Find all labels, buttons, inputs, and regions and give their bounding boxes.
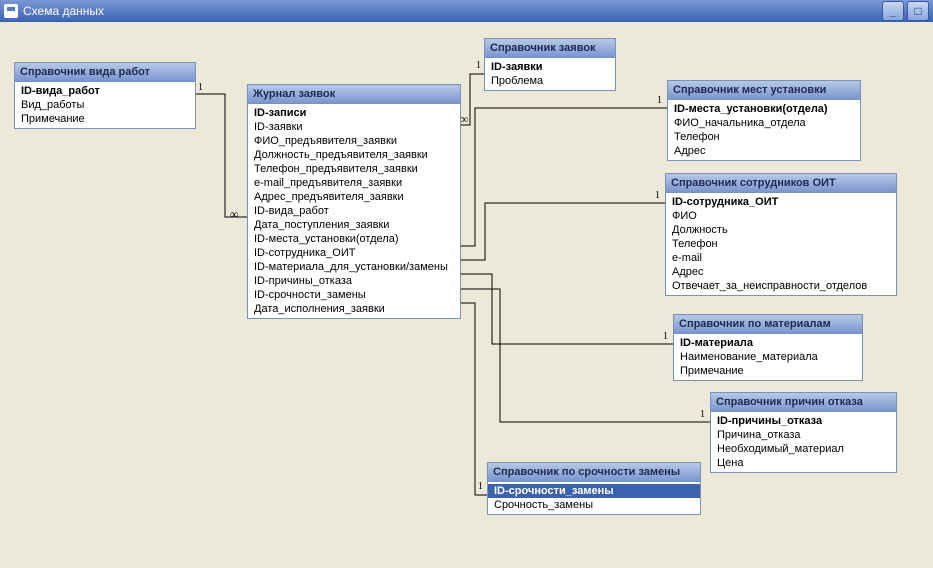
field-item[interactable]: ID-сотрудника_ОИТ [666,195,896,209]
field-item[interactable]: Проблема [485,74,615,88]
table-title[interactable]: Справочник заявок [485,39,615,58]
diagram-canvas[interactable]: 1 ∞ 1 ∞ 1 ∞ 1 ∞ 1 ∞ 1 ∞ 1 ∞ Справочник в… [0,22,933,568]
field-item[interactable]: ID-материала_для_установки/замены [248,260,460,274]
field-item[interactable]: Адрес [666,265,896,279]
field-item[interactable]: Необходимый_материал [711,442,896,456]
rel-one: 1 [700,409,705,420]
table-fields: ID-срочности_заменыСрочность_замены [488,482,700,514]
table-fields: ID-сотрудника_ОИТФИОДолжностьТелефонe-ma… [666,193,896,295]
table-sotrudnikov-oit[interactable]: Справочник сотрудников ОИТ ID-сотрудника… [665,173,897,296]
field-item[interactable]: Адрес_предъявителя_заявки [248,190,460,204]
table-title[interactable]: Справочник сотрудников ОИТ [666,174,896,193]
rel-many: ∞ [230,207,237,222]
rel-one: 1 [198,82,203,93]
table-po-materialam[interactable]: Справочник по материалам ID-материалаНаи… [673,314,863,381]
field-item[interactable]: Дата_исполнения_заявки [248,302,460,316]
maximize-button[interactable]: □ [907,1,929,21]
table-srochnosti-zameny[interactable]: Справочник по срочности замены ID-срочно… [487,462,701,515]
field-item[interactable]: Срочность_замены [488,498,700,512]
field-item[interactable]: Телефон [668,130,860,144]
field-item[interactable]: ID-заявки [485,60,615,74]
table-title[interactable]: Справочник вида работ [15,63,195,82]
table-title[interactable]: Журнал заявок [248,85,460,104]
field-item[interactable]: Примечание [674,364,862,378]
rel-one: 1 [476,60,481,71]
rel-one: 1 [663,331,668,342]
field-item[interactable]: Адрес [668,144,860,158]
minimize-button[interactable]: _ [882,1,904,21]
field-item[interactable]: ID-срочности_замены [248,288,460,302]
field-item[interactable]: ID-заявки [248,120,460,134]
field-item[interactable]: Наименование_материала [674,350,862,364]
field-item[interactable]: ID-места_установки(отдела) [248,232,460,246]
field-item[interactable]: ФИО_начальника_отдела [668,116,860,130]
field-item[interactable]: ID-материала [674,336,862,350]
field-item[interactable]: ID-вида_работ [15,84,195,98]
table-fields: ID-материалаНаименование_материалаПримеч… [674,334,862,380]
field-item[interactable]: Телефон [666,237,896,251]
window-titlebar[interactable]: Схема данных _ □ [0,0,933,22]
rel-one: 1 [657,95,662,106]
table-fields: ID-заявкиПроблема [485,58,615,90]
window-title: Схема данных [23,4,104,18]
field-item[interactable]: Телефон_предъявителя_заявки [248,162,460,176]
field-item[interactable]: Должность_предъявителя_заявки [248,148,460,162]
table-zhurnal-zayavok[interactable]: Журнал заявок ID-записиID-заявкиФИО_пред… [247,84,461,319]
table-title[interactable]: Справочник по материалам [674,315,862,334]
field-item[interactable]: ID-причины_отказа [711,414,896,428]
table-fields: ID-места_установки(отдела)ФИО_начальника… [668,100,860,160]
field-item[interactable]: ID-сотрудника_ОИТ [248,246,460,260]
field-item[interactable]: Причина_отказа [711,428,896,442]
field-item[interactable]: Отвечает_за_неисправности_отделов [666,279,896,293]
app-icon [4,4,18,18]
table-spravochnik-zayavok[interactable]: Справочник заявок ID-заявкиПроблема [484,38,616,91]
field-item[interactable]: Дата_поступления_заявки [248,218,460,232]
table-fields: ID-вида_работВид_работыПримечание [15,82,195,128]
table-vida-rabot[interactable]: Справочник вида работ ID-вида_работВид_р… [14,62,196,129]
table-fields: ID-причины_отказаПричина_отказаНеобходим… [711,412,896,472]
field-item[interactable]: ФИО_предъявителя_заявки [248,134,460,148]
field-item[interactable]: e-mail [666,251,896,265]
field-item[interactable]: ID-записи [248,106,460,120]
rel-one: 1 [655,190,660,201]
field-item[interactable]: e-mail_предъявителя_заявки [248,176,460,190]
table-fields: ID-записиID-заявкиФИО_предъявителя_заявк… [248,104,460,318]
field-item[interactable]: ID-места_установки(отдела) [668,102,860,116]
field-item[interactable]: ID-срочности_замены [488,484,700,498]
table-mest-ustanovki[interactable]: Справочник мест установки ID-места_устан… [667,80,861,161]
field-item[interactable]: Вид_работы [15,98,195,112]
field-item[interactable]: ФИО [666,209,896,223]
table-title[interactable]: Справочник по срочности замены [488,463,700,482]
field-item[interactable]: Должность [666,223,896,237]
table-title[interactable]: Справочник мест установки [668,81,860,100]
field-item[interactable]: Примечание [15,112,195,126]
table-prichin-otkaza[interactable]: Справочник причин отказа ID-причины_отка… [710,392,897,473]
field-item[interactable]: Цена [711,456,896,470]
rel-one: 1 [478,481,483,492]
table-title[interactable]: Справочник причин отказа [711,393,896,412]
field-item[interactable]: ID-вида_работ [248,204,460,218]
field-item[interactable]: ID-причины_отказа [248,274,460,288]
